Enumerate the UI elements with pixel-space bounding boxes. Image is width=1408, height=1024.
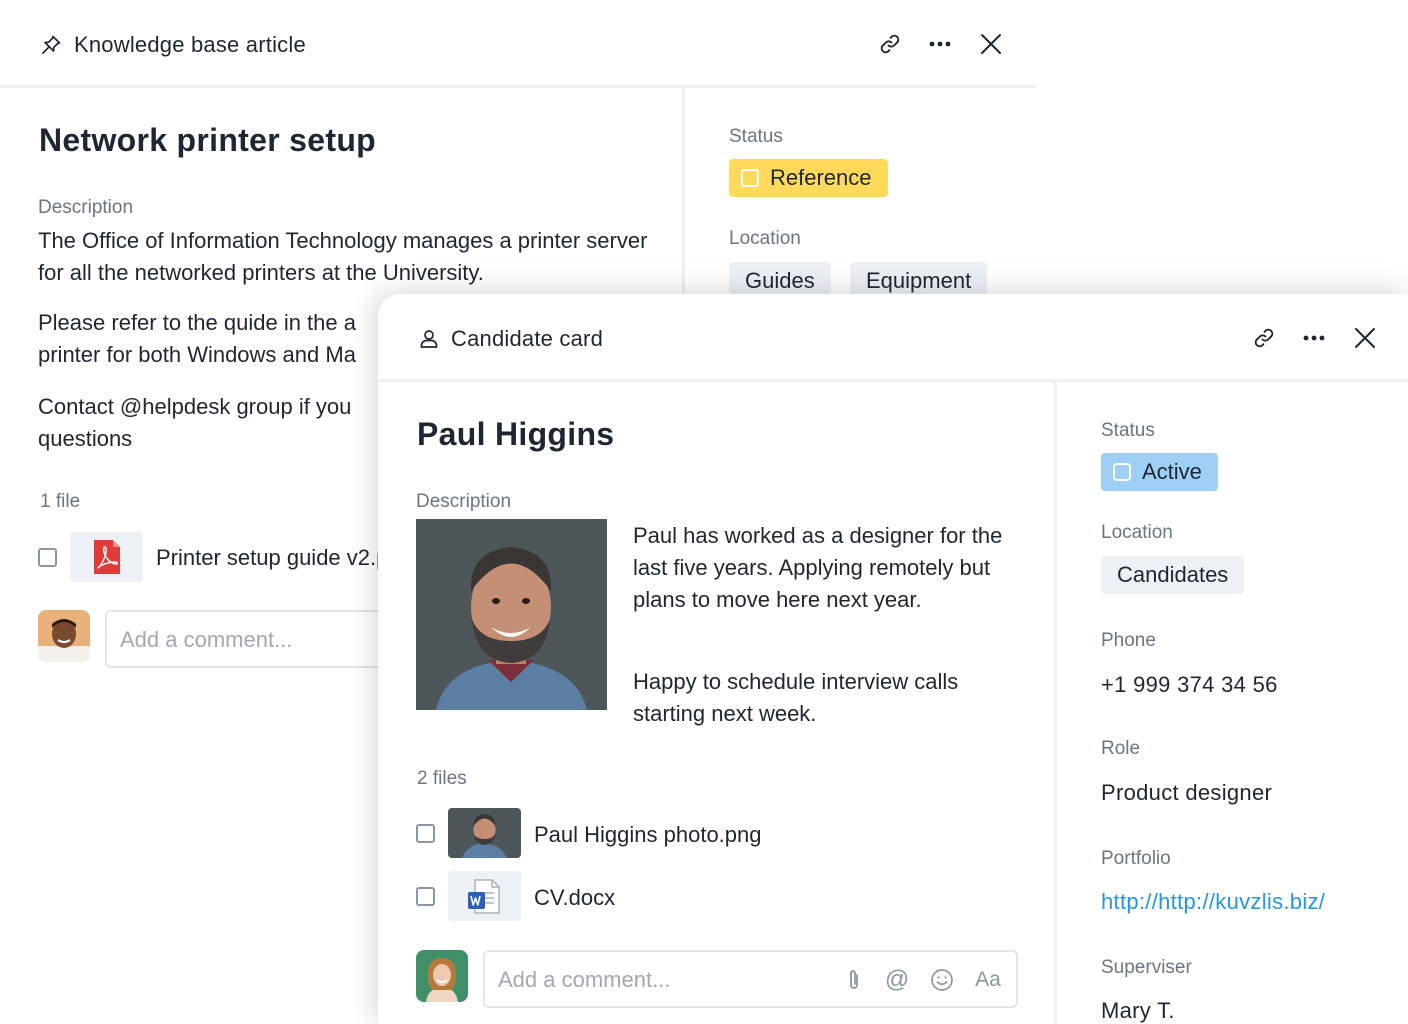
pdf-icon	[94, 540, 120, 574]
file-checkbox[interactable]	[38, 548, 57, 567]
file-name[interactable]: Paul Higgins photo.png	[534, 822, 762, 848]
phone-label: Phone	[1101, 630, 1156, 651]
supervisor-value[interactable]: Mary T.	[1101, 998, 1175, 1024]
candidate-name: Paul Higgins	[417, 416, 615, 452]
close-button[interactable]	[1351, 324, 1379, 352]
card-type-title: Knowledge base article	[74, 32, 306, 57]
location-label: Location	[729, 228, 801, 249]
person-icon	[418, 328, 440, 350]
status-badge[interactable]: Active	[1101, 453, 1218, 491]
avatar	[38, 610, 90, 662]
location-tag-label: Equipment	[866, 268, 972, 293]
word-doc-icon	[468, 879, 500, 914]
description-line: Contact @helpdesk group if you	[38, 394, 352, 419]
comment-input[interactable]: Add a comment... @ Aa	[483, 950, 1018, 1008]
at-icon[interactable]: @	[884, 966, 910, 993]
close-button[interactable]	[977, 30, 1005, 58]
description-line: Please refer to the quide in the a	[38, 310, 356, 335]
file-name[interactable]: CV.docx	[534, 885, 615, 911]
link-icon	[1254, 328, 1274, 348]
card-header: Candidate card	[378, 294, 1408, 382]
description-label: Description	[416, 491, 512, 512]
emoji-icon[interactable]	[929, 967, 955, 993]
phone-value[interactable]: +1 999 374 34 56	[1101, 672, 1278, 698]
location-tag[interactable]: Candidates	[1101, 556, 1245, 594]
paperclip-icon[interactable]	[841, 967, 867, 993]
article-title: Network printer setup	[39, 122, 377, 158]
description-line: questions	[38, 426, 133, 451]
status-label: Status	[1101, 420, 1155, 441]
pin-icon[interactable]	[40, 34, 62, 56]
candidate-photo	[416, 519, 607, 710]
location-tag-label: Candidates	[1117, 562, 1229, 587]
file-checkbox[interactable]	[416, 887, 435, 906]
role-label: Role	[1101, 738, 1141, 759]
close-icon	[1355, 328, 1375, 348]
column-divider	[1054, 382, 1057, 1024]
status-text: Active	[1142, 459, 1202, 484]
status-square-icon	[1113, 463, 1131, 481]
supervisor-label: Superviser	[1101, 957, 1192, 978]
file-name[interactable]: Printer setup guide v2.p	[156, 545, 388, 571]
files-count-label: 2 files	[417, 768, 467, 789]
copy-link-button[interactable]	[876, 30, 904, 58]
file-thumbnail[interactable]	[448, 871, 521, 921]
more-icon	[1303, 335, 1325, 341]
portfolio-label: Portfolio	[1101, 848, 1171, 869]
description-paragraph: Happy to schedule interview calls starti…	[633, 669, 959, 726]
file-thumbnail[interactable]	[448, 808, 521, 858]
location-tag-label: Guides	[745, 268, 815, 293]
text-format-icon[interactable]: Aa	[973, 967, 1003, 993]
description-label: Description	[38, 197, 134, 218]
role-value[interactable]: Product designer	[1101, 780, 1272, 806]
files-count-label: 1 file	[40, 491, 81, 512]
comment-placeholder: Add a comment...	[498, 967, 671, 992]
avatar	[416, 950, 468, 1002]
status-badge[interactable]: Reference	[729, 159, 888, 197]
status-square-icon	[741, 169, 759, 187]
candidate-card: Candidate card Paul Higgins Description	[378, 294, 1408, 1024]
status-label: Status	[729, 126, 783, 147]
close-icon	[981, 34, 1001, 54]
link-icon	[880, 34, 900, 54]
comment-placeholder: Add a comment...	[120, 627, 293, 652]
more-options-button[interactable]	[1300, 324, 1328, 352]
description-paragraph: The Office of Information Technology man…	[38, 228, 648, 285]
description-paragraph: Paul has worked as a designer for the la…	[633, 523, 1003, 612]
description-line: printer for both Windows and Ma	[38, 342, 356, 367]
location-label: Location	[1101, 522, 1173, 543]
file-thumbnail[interactable]	[70, 532, 143, 582]
file-checkbox[interactable]	[416, 824, 435, 843]
card-header: Knowledge base article	[0, 0, 1036, 88]
portfolio-link[interactable]: http://http://kuvzlis.biz/	[1101, 889, 1325, 915]
more-options-button[interactable]	[926, 30, 954, 58]
status-text: Reference	[770, 165, 872, 190]
photo-thumbnail-icon	[448, 808, 521, 858]
card-type-title: Candidate card	[451, 326, 604, 351]
more-icon	[929, 41, 951, 47]
copy-link-button[interactable]	[1250, 324, 1278, 352]
